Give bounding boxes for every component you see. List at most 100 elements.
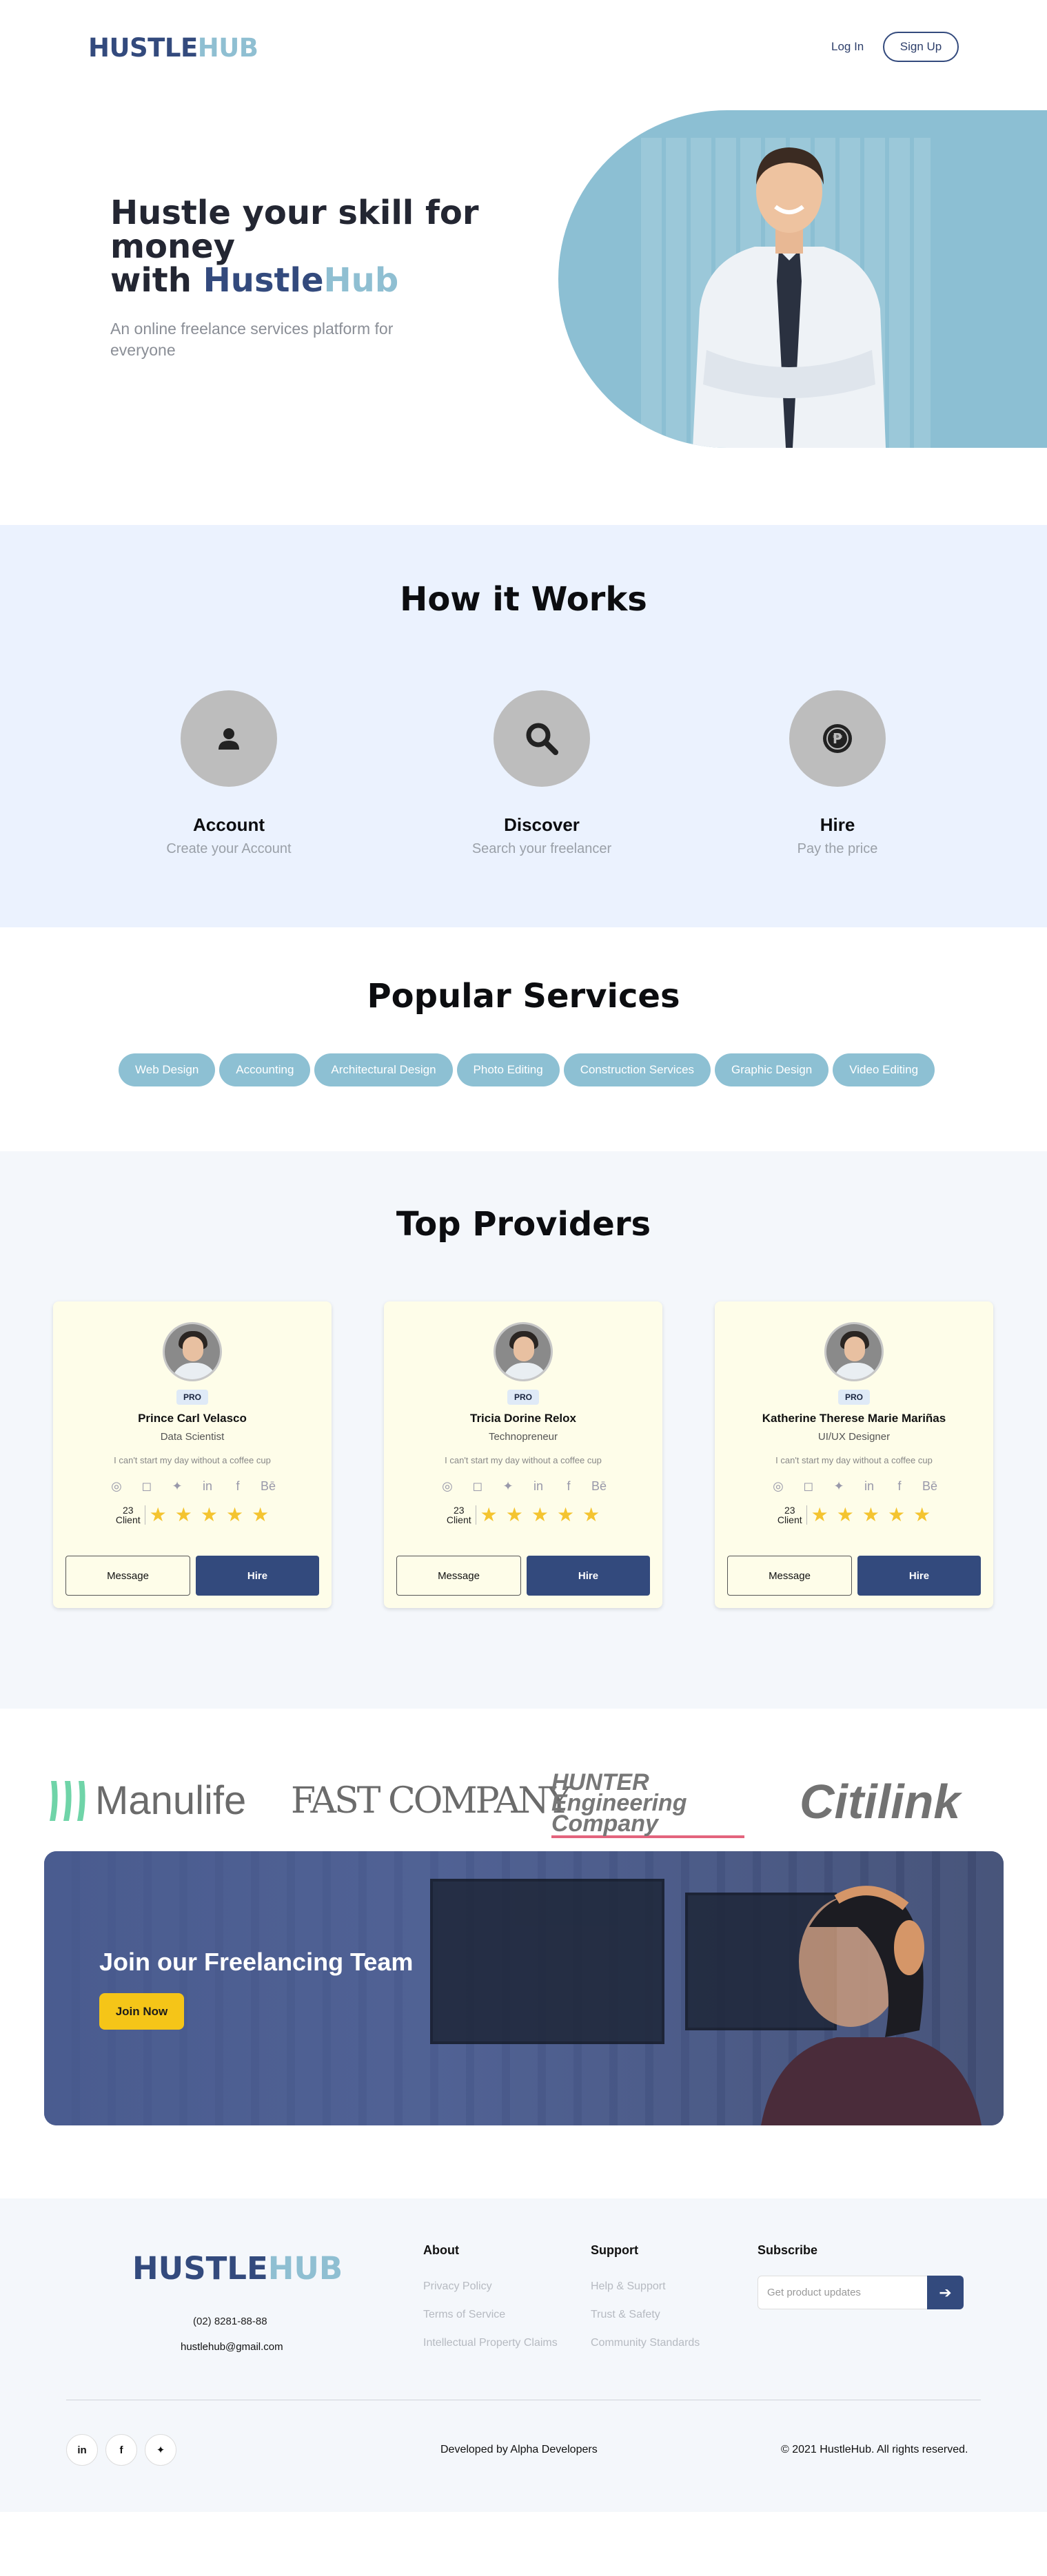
client-count: 23 Client xyxy=(777,1505,807,1525)
facebook-icon[interactable]: f xyxy=(105,2434,137,2466)
footer-logo-part-2: HUB xyxy=(267,2250,343,2287)
service-tag-graphic-design[interactable]: Graphic Design xyxy=(715,1053,829,1086)
behance-icon[interactable]: Bē xyxy=(261,1479,276,1494)
social-links: ◎ ◻ ✦ in f Bē xyxy=(715,1479,993,1494)
arrow-right-icon: ➔ xyxy=(939,2283,952,2301)
behance-icon[interactable]: Bē xyxy=(922,1479,937,1494)
footer-link-privacy-policy[interactable]: Privacy Policy xyxy=(423,2280,558,2293)
instagram-icon[interactable]: ◻ xyxy=(470,1479,485,1494)
footer-phone: (02) 8281-88-88 xyxy=(193,2316,267,2327)
join-section: Join our Freelancing Team Join Now xyxy=(0,1840,1047,2198)
join-now-button[interactable]: Join Now xyxy=(99,1993,184,2030)
hire-button[interactable]: Hire xyxy=(857,1556,981,1596)
card-actions: Message Hire xyxy=(65,1556,319,1596)
footer-link-terms-of-service[interactable]: Terms of Service xyxy=(423,2309,558,2321)
footer-logo-part-1: HUSTLE xyxy=(132,2250,268,2287)
hero-title-prefix: with xyxy=(110,261,203,300)
star-icon: ★ xyxy=(505,1504,523,1525)
linkedin-icon[interactable]: in xyxy=(66,2434,98,2466)
subscribe-email-input[interactable]: Get product updates xyxy=(758,2276,928,2309)
star-icon: ★ xyxy=(862,1504,880,1525)
twitter-icon[interactable]: ✦ xyxy=(500,1479,516,1494)
provider-name: Prince Carl Velasco xyxy=(138,1412,247,1425)
manulife-logo: Manulife xyxy=(47,1778,246,1824)
login-link[interactable]: Log In xyxy=(831,40,864,54)
provider-name: Katherine Therese Marie Mariñas xyxy=(762,1412,946,1425)
linkedin-icon[interactable]: in xyxy=(200,1479,215,1494)
hero-title-line-2: money xyxy=(110,227,236,266)
footer-about-column: About Privacy Policy Terms of Service In… xyxy=(423,2243,558,2365)
client-count: 23 Client xyxy=(116,1505,145,1525)
dribbble-icon[interactable]: ◎ xyxy=(771,1479,786,1494)
signup-button[interactable]: Sign Up xyxy=(883,32,959,62)
partner-logos: Manulife FAST COMPANY HUNTER Engineering… xyxy=(0,1709,1047,1840)
card-actions: Message Hire xyxy=(727,1556,981,1596)
provider-role: Technopreneur xyxy=(488,1431,558,1443)
subscribe-submit-button[interactable]: ➔ xyxy=(927,2276,964,2309)
service-tag-accounting[interactable]: Accounting xyxy=(219,1053,311,1086)
service-tag-photo-editing[interactable]: Photo Editing xyxy=(456,1053,560,1086)
step-description: Pay the price xyxy=(797,841,878,856)
instagram-icon[interactable]: ◻ xyxy=(139,1479,154,1494)
twitter-icon[interactable]: ✦ xyxy=(145,2434,176,2466)
client-count-number: 23 xyxy=(784,1504,795,1516)
hero-title-line-1: Hustle your skill for xyxy=(110,194,479,232)
provider-role: UI/UX Designer xyxy=(817,1431,891,1443)
star-icon: ★ xyxy=(149,1504,167,1525)
footer-link-ip-claims[interactable]: Intellectual Property Claims xyxy=(423,2337,558,2349)
dribbble-icon[interactable]: ◎ xyxy=(440,1479,455,1494)
star-icon: ★ xyxy=(913,1504,931,1525)
hunter-logo: HUNTER Engineering Company xyxy=(551,1771,744,1838)
pro-badge: PRO xyxy=(837,1390,870,1405)
service-tags: Web Design Accounting Architectural Desi… xyxy=(119,1053,935,1086)
facebook-icon[interactable]: f xyxy=(230,1479,245,1494)
logo-part-2: HUB xyxy=(197,33,258,63)
footer-link-help-support[interactable]: Help & Support xyxy=(591,2280,700,2293)
footer-subscribe-title: Subscribe xyxy=(758,2243,818,2257)
hire-button[interactable]: Hire xyxy=(527,1556,650,1596)
hire-button[interactable]: Hire xyxy=(196,1556,319,1596)
hero-brand-part-2: Hub xyxy=(323,261,399,300)
citilink-logo: Citilink xyxy=(800,1775,961,1828)
developer-woman-illustration xyxy=(761,1886,982,2125)
service-tag-architectural-design[interactable]: Architectural Design xyxy=(314,1053,453,1086)
footer-support-title: Support xyxy=(591,2243,638,2257)
step-account: Account Create your Account xyxy=(125,690,332,857)
facebook-icon[interactable]: f xyxy=(561,1479,576,1494)
footer-email[interactable]: hustlehub@gmail.com xyxy=(181,2341,283,2353)
twitter-icon[interactable]: ✦ xyxy=(831,1479,846,1494)
message-button[interactable]: Message xyxy=(727,1556,852,1596)
star-icon: ★ xyxy=(887,1504,906,1525)
star-icon: ★ xyxy=(174,1504,192,1525)
service-tag-web-design[interactable]: Web Design xyxy=(119,1053,216,1086)
linkedin-icon[interactable]: in xyxy=(531,1479,546,1494)
star-icon: ★ xyxy=(531,1504,549,1525)
footer-link-community-standards[interactable]: Community Standards xyxy=(591,2337,700,2349)
instagram-icon[interactable]: ◻ xyxy=(801,1479,816,1494)
footer-logo[interactable]: HUSTLEHUB xyxy=(132,2250,343,2287)
site-header: HUSTLEHUB Log In Sign Up xyxy=(0,0,1047,93)
provider-card: PRO Katherine Therese Marie Mariñas UI/U… xyxy=(715,1301,993,1608)
dribbble-icon[interactable]: ◎ xyxy=(109,1479,124,1494)
twitter-icon[interactable]: ✦ xyxy=(170,1479,185,1494)
linkedin-icon[interactable]: in xyxy=(862,1479,877,1494)
step-description: Create your Account xyxy=(166,841,292,856)
social-links: ◎ ◻ ✦ in f Bē xyxy=(384,1479,662,1494)
behance-icon[interactable]: Bē xyxy=(591,1479,607,1494)
client-count-label: Client xyxy=(446,1514,471,1525)
brand-logo[interactable]: HUSTLEHUB xyxy=(88,33,258,63)
message-button[interactable]: Message xyxy=(65,1556,190,1596)
copyright: © 2021 HustleHub. All rights reserved. xyxy=(781,2444,968,2455)
client-count-number: 23 xyxy=(122,1504,134,1516)
service-tag-video-editing[interactable]: Video Editing xyxy=(833,1053,935,1086)
footer-link-trust-safety[interactable]: Trust & Safety xyxy=(591,2309,700,2321)
hero-title: Hustle your skill for money with HustleH… xyxy=(110,196,479,298)
facebook-icon[interactable]: f xyxy=(892,1479,907,1494)
step-title: Hire xyxy=(820,814,855,835)
service-tag-construction-services[interactable]: Construction Services xyxy=(563,1053,711,1086)
message-button[interactable]: Message xyxy=(396,1556,521,1596)
site-footer: HUSTLEHUB (02) 8281-88-88 hustlehub@gmai… xyxy=(0,2198,1047,2512)
step-discover: Discover Search your freelancer xyxy=(438,690,645,857)
star-icon: ★ xyxy=(480,1504,498,1525)
svg-text:₱: ₱ xyxy=(833,730,842,747)
